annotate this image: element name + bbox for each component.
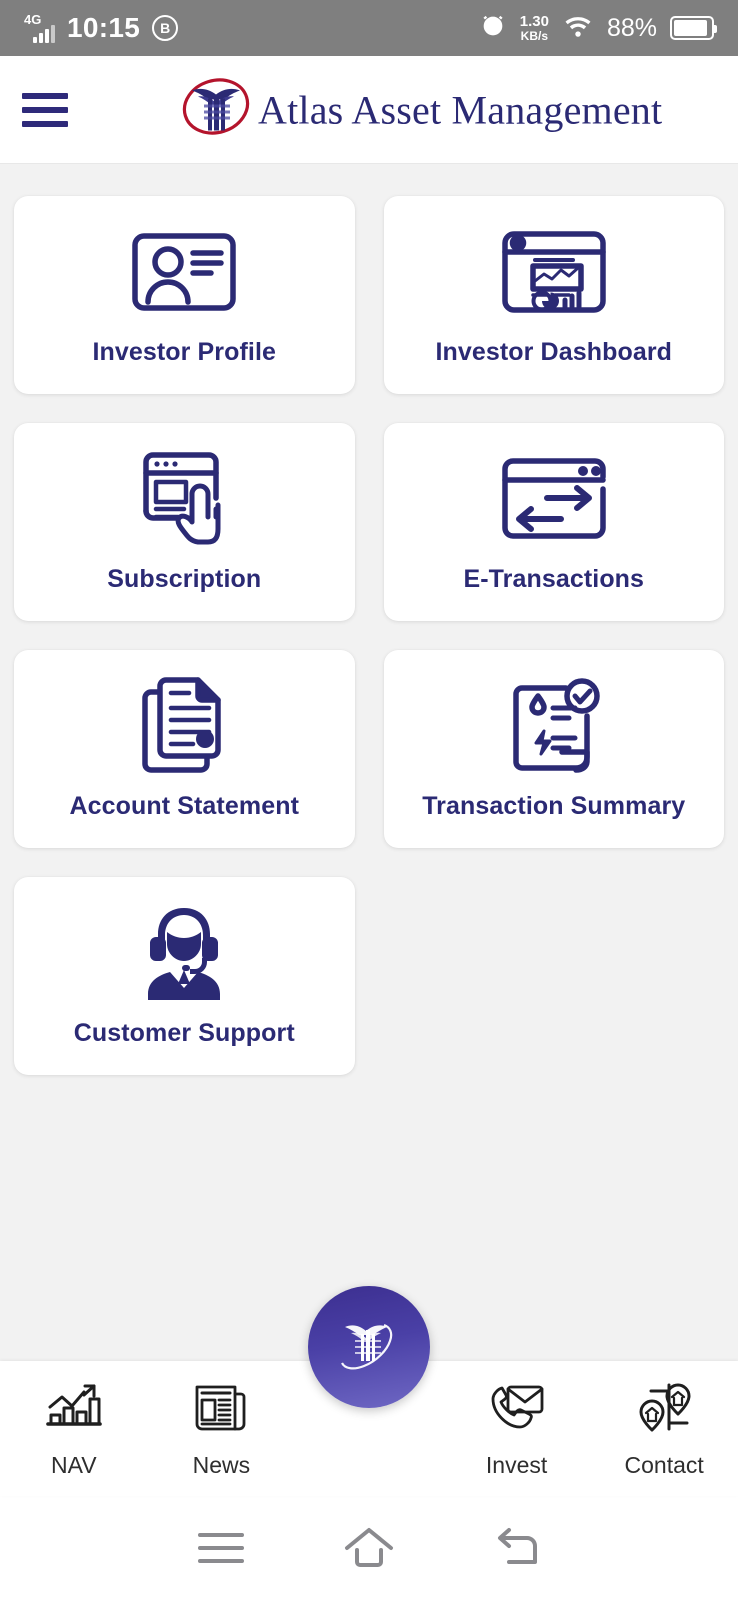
newspaper-icon bbox=[193, 1381, 249, 1438]
nav-item-label: Contact bbox=[624, 1452, 704, 1478]
data-speed-unit: KB/s bbox=[520, 28, 549, 43]
id-card-icon bbox=[131, 224, 237, 320]
tile-subscription[interactable]: Subscription bbox=[14, 423, 355, 621]
tile-label: Investor Profile bbox=[92, 337, 277, 366]
data-speed-indicator: 1.30 KB/s bbox=[520, 14, 549, 42]
network-type-label: 4G bbox=[24, 12, 42, 27]
tile-label: Subscription bbox=[107, 564, 262, 593]
bottom-navigation-bar: NAV News Invest Contact bbox=[0, 1286, 738, 1496]
headset-agent-icon bbox=[134, 905, 234, 1001]
tile-investor-dashboard[interactable]: Investor Dashboard bbox=[383, 196, 724, 394]
recent-apps-icon[interactable] bbox=[148, 1533, 296, 1563]
nav-item-invest[interactable]: Invest bbox=[443, 1361, 591, 1479]
nav-item-contact[interactable]: Contact bbox=[590, 1361, 738, 1479]
tile-label: Account Statement bbox=[69, 791, 299, 820]
documents-stack-icon bbox=[138, 676, 230, 774]
growth-bar-chart-icon bbox=[45, 1381, 103, 1438]
tile-label: Investor Dashboard bbox=[435, 337, 673, 366]
wifi-icon bbox=[562, 13, 594, 44]
tile-account-statement[interactable]: Account Statement bbox=[14, 650, 355, 848]
phone-envelope-icon bbox=[488, 1381, 546, 1438]
status-bar-left: 4G 10:15 B bbox=[24, 12, 179, 44]
app-header: Atlas Asset Management bbox=[0, 56, 738, 164]
menu-grid: Investor Profile Investor Dashboard Subs… bbox=[14, 196, 724, 1075]
battery-percent-label: 88% bbox=[606, 13, 657, 42]
hamburger-menu-icon[interactable] bbox=[22, 92, 68, 127]
tile-e-transactions[interactable]: E-Transactions bbox=[383, 423, 724, 621]
brand-name: Atlas Asset Management bbox=[258, 87, 663, 132]
map-pins-icon bbox=[635, 1381, 693, 1438]
atlas-home-fab-button[interactable] bbox=[308, 1286, 430, 1408]
tile-label: Transaction Summary bbox=[422, 791, 686, 820]
app-screen: 4G 10:15 B 1.30 KB/s 88% Atlas Asset Man… bbox=[0, 0, 738, 1600]
tile-label: Customer Support bbox=[73, 1018, 295, 1047]
nav-item-news[interactable]: News bbox=[148, 1361, 296, 1479]
brand-lockup: Atlas Asset Management bbox=[178, 70, 662, 149]
status-bar: 4G 10:15 B 1.30 KB/s 88% bbox=[0, 0, 738, 56]
tile-customer-support[interactable]: Customer Support bbox=[14, 877, 355, 1075]
receipt-check-icon bbox=[506, 677, 602, 774]
data-speed-value: 1.30 bbox=[519, 12, 549, 30]
nav-item-label: Invest bbox=[485, 1452, 548, 1478]
bluetooth-icon: B bbox=[152, 15, 179, 41]
battery-icon bbox=[670, 16, 717, 40]
tile-label: E-Transactions bbox=[463, 564, 645, 593]
main-content: Investor Profile Investor Dashboard Subs… bbox=[0, 164, 738, 1361]
atlas-logo-mark bbox=[178, 70, 254, 149]
browser-hand-click-icon bbox=[132, 451, 236, 547]
status-bar-right: 1.30 KB/s 88% bbox=[479, 12, 717, 45]
tile-investor-profile[interactable]: Investor Profile bbox=[14, 196, 355, 394]
back-icon[interactable] bbox=[443, 1524, 591, 1572]
nav-item-label: News bbox=[192, 1452, 251, 1478]
status-bar-clock: 10:15 bbox=[67, 12, 141, 43]
cellular-signal-icon: 4G bbox=[24, 12, 55, 43]
home-icon[interactable] bbox=[295, 1524, 443, 1572]
tile-transaction-summary[interactable]: Transaction Summary bbox=[383, 650, 724, 848]
nav-item-label: NAV bbox=[51, 1452, 97, 1478]
nav-item-nav[interactable]: NAV bbox=[0, 1361, 148, 1479]
dashboard-charts-icon bbox=[501, 224, 607, 320]
atlas-logo-mark-white bbox=[327, 1303, 411, 1392]
system-navigation-bar bbox=[0, 1496, 738, 1600]
alarm-icon bbox=[479, 12, 507, 45]
browser-exchange-arrows-icon bbox=[501, 451, 607, 547]
